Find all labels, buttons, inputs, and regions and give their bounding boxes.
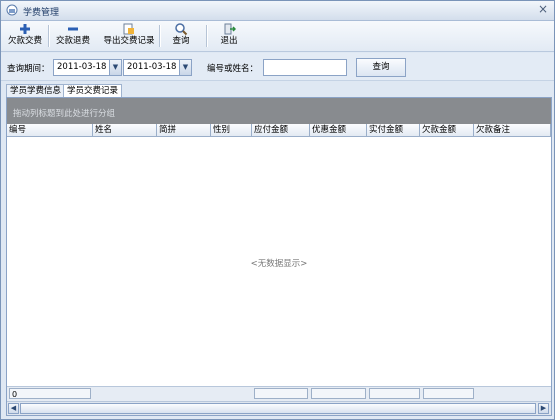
search-icon [175,23,188,36]
footer-count: 0 [9,388,91,399]
tab-payment-records[interactable]: 学员交费记录 [63,84,123,97]
exit-label: 退出 [220,36,238,46]
toolbar: 欠款交费 交款退费 导出交费记录 查询 退出 [1,21,554,52]
grid-header: 编号 姓名 简拼 性别 应付金额 优惠金额 实付金额 欠款金额 欠款备注 [7,124,551,137]
window-title: 学费管理 [23,8,60,18]
export-icon [123,23,134,35]
id-name-input[interactable] [264,60,348,75]
query-button[interactable]: 查询 [356,58,406,77]
records-grid: 拖动列标题到此处进行分组 编号 姓名 简拼 性别 应付金额 优惠金额 实付金额 … [6,97,552,416]
column-header-name[interactable]: 姓名 [93,124,157,136]
column-header-pinyin[interactable]: 简拼 [157,124,211,136]
app-window: 学费管理 × 欠款交费 交款退费 导出交费记录 查询 退出 查询期间： 2011… [0,0,555,420]
exit-icon [224,23,236,35]
refund-button[interactable]: 交款退费 [53,22,93,50]
filter-bar: 查询期间： 2011-03-18 ▼ 2011-03-18 ▼ 编号或姓名： 查… [1,53,554,81]
title-bar: 学费管理 × [1,1,554,21]
search-label: 查询 [172,36,190,46]
export-records-button[interactable]: 导出交费记录 [102,22,156,50]
column-header-gender[interactable]: 性别 [211,124,252,136]
minus-icon [68,27,78,31]
date-from-picker[interactable]: 2011-03-18 ▼ [53,59,122,76]
pay-arrears-button[interactable]: 欠款交费 [7,22,43,50]
refund-label: 交款退费 [55,36,90,46]
date-to-value: 2011-03-18 [127,62,177,72]
footer-sum-cell [369,388,420,399]
app-icon [6,4,18,16]
exit-button[interactable]: 退出 [215,22,243,50]
close-button[interactable]: × [537,3,549,16]
period-label: 查询期间： [7,64,50,74]
export-records-label: 导出交费记录 [103,36,155,46]
search-button[interactable]: 查询 [167,22,195,50]
column-header-arrears-note[interactable]: 欠款备注 [474,124,551,136]
chevron-down-icon[interactable]: ▼ [109,60,121,75]
column-header-amount-paid[interactable]: 实付金额 [367,124,420,136]
toolbar-divider [206,25,208,47]
scroll-right-icon[interactable]: ▶ [538,403,549,414]
toolbar-divider [159,25,161,47]
horizontal-scrollbar[interactable]: ◀ ▶ [7,401,551,415]
id-name-field[interactable] [263,59,348,76]
footer-sum-cell [423,388,474,399]
toolbar-divider [48,25,50,47]
scroll-left-icon[interactable]: ◀ [8,403,19,414]
chevron-down-icon[interactable]: ▼ [179,60,191,75]
column-header-amount-due[interactable]: 应付金额 [252,124,310,136]
column-header-id[interactable]: 编号 [7,124,93,136]
column-header-discount[interactable]: 优惠金额 [310,124,367,136]
date-to-picker[interactable]: 2011-03-18 ▼ [123,59,192,76]
group-by-hint: 拖动列标题到此处进行分组 [13,109,116,119]
date-from-value: 2011-03-18 [57,62,107,72]
pay-arrears-label: 欠款交费 [7,36,42,46]
group-by-area[interactable]: 拖动列标题到此处进行分组 [7,98,551,124]
footer-sum-cell [311,388,366,399]
column-header-arrears[interactable]: 欠款金额 [420,124,474,136]
tab-tuition-info[interactable]: 学员学费信息 [6,84,66,97]
plus-icon [20,24,30,34]
scroll-thumb[interactable] [20,403,536,414]
footer-sum-cell [254,388,308,399]
id-name-label: 编号或姓名： [207,64,259,74]
grid-footer: 0 [7,386,551,401]
empty-grid-message: <无数据显示> [250,259,308,269]
